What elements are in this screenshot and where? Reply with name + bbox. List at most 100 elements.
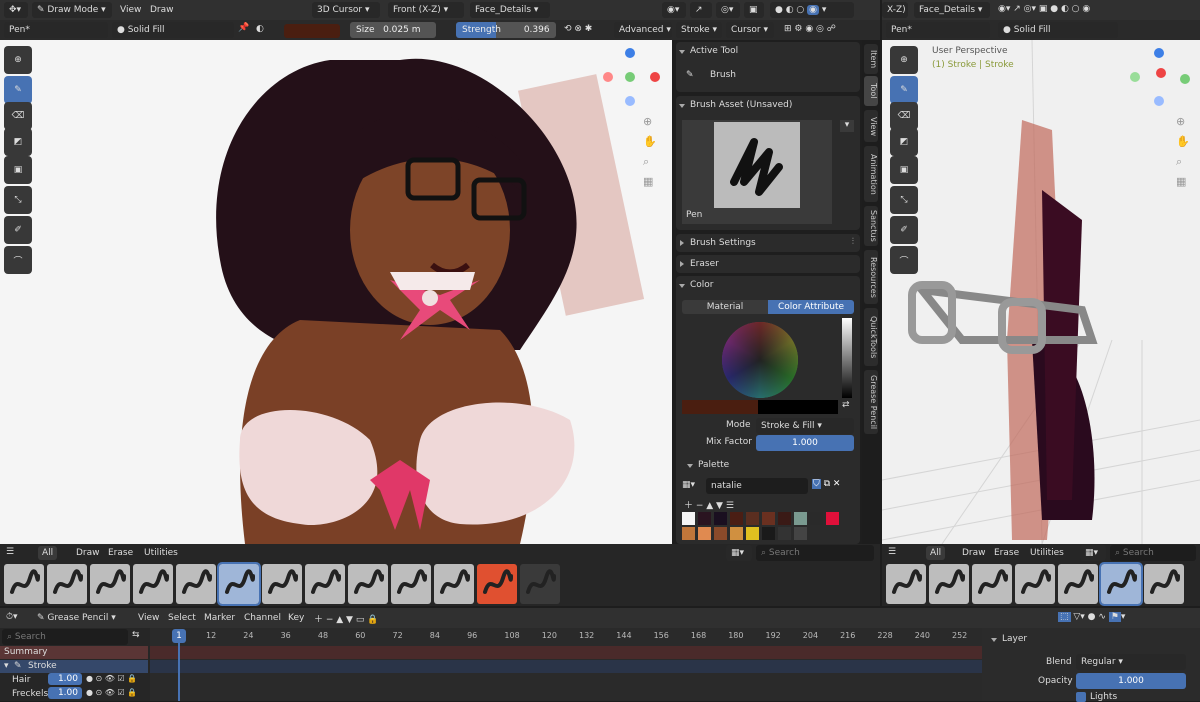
asset-tab-utilities-right[interactable]: Utilities: [1030, 545, 1064, 561]
palette-swatch[interactable]: [762, 527, 775, 540]
curve-tool-right[interactable]: ⌒: [890, 246, 918, 274]
box-tool[interactable]: ▣: [4, 156, 32, 184]
palette-swatch[interactable]: [682, 527, 695, 540]
active-tool-header[interactable]: Active Tool: [676, 42, 738, 60]
menu-select[interactable]: Select: [168, 610, 196, 626]
channel-summary[interactable]: Summary: [0, 646, 148, 659]
swap-icon[interactable]: ⇆: [132, 630, 140, 640]
brush-thumbnail[interactable]: [1058, 564, 1098, 604]
display-size-dropdown-right[interactable]: ▦▾: [1080, 545, 1106, 561]
axis-y-icon-right[interactable]: [1130, 72, 1140, 82]
menu-key[interactable]: Key: [288, 610, 304, 626]
channel-stroke[interactable]: ▾ ✎ Stroke: [0, 660, 148, 673]
previous-color-swatch[interactable]: [758, 400, 838, 414]
brush-settings-panel[interactable]: Brush Settings ⫶: [676, 234, 860, 252]
axis-neg-x-icon[interactable]: [603, 72, 613, 82]
stroke-dropdown[interactable]: Stroke ▾: [676, 22, 722, 38]
palette-swatch[interactable]: [826, 512, 839, 525]
color-mode-icon[interactable]: ◐: [256, 24, 264, 34]
layer-add-remove-icons[interactable]: ＋ − ▲ ▼ ▭ 🔒: [314, 612, 378, 625]
axis-z-icon[interactable]: [625, 48, 635, 58]
eraser-panel[interactable]: Eraser: [676, 255, 860, 273]
current-frame-indicator[interactable]: 1: [172, 629, 186, 643]
tab-resources[interactable]: Resources: [864, 250, 878, 304]
brush-dropdown-right[interactable]: Pen*: [886, 22, 990, 38]
mode-dropdown[interactable]: Stroke & Fill ▾: [756, 418, 854, 434]
palette-swatch[interactable]: [746, 512, 759, 525]
eraser-header[interactable]: Eraser: [676, 255, 719, 273]
box-tool-right[interactable]: ▣: [890, 156, 918, 184]
asset-tab-all-right[interactable]: All: [926, 546, 946, 560]
channel-search-input[interactable]: ⌕ Search: [2, 629, 128, 645]
palette-swatch[interactable]: [698, 527, 711, 540]
brush-thumbnail[interactable]: [972, 564, 1012, 604]
palette-name-field[interactable]: natalie: [706, 478, 808, 494]
brush-thumbnail[interactable]: [90, 564, 130, 604]
asset-tab-erase[interactable]: Erase: [108, 545, 133, 561]
view-nav-icons-right[interactable]: ⊕ ✋ ⌕ ▦: [1176, 112, 1190, 192]
tab-material[interactable]: Material: [682, 300, 768, 314]
value-slider[interactable]: [842, 318, 852, 398]
filter-icons[interactable]: ⬚ ▽▾ ● ∿ ⚑ ▾: [1058, 612, 1125, 622]
strength-field[interactable]: Strength 0.396: [456, 22, 556, 38]
swap-color-icon[interactable]: ⇄: [842, 400, 850, 410]
palette-swatch[interactable]: [778, 527, 791, 540]
snapping-icons[interactable]: ⊞ ⚙ ◉ ◎ ☍: [784, 24, 836, 34]
expand-icon[interactable]: ▾: [4, 660, 9, 673]
color-header[interactable]: Color: [676, 276, 714, 294]
tab-quicktools[interactable]: QuickTools: [864, 308, 878, 366]
asset-tab-all[interactable]: All: [38, 546, 58, 560]
view-axis-dropdown[interactable]: Front (X-Z) ▾: [388, 2, 464, 18]
menu-channel[interactable]: Channel: [244, 610, 281, 626]
palette-swatch[interactable]: [794, 527, 807, 540]
asset-tab-utilities[interactable]: Utilities: [144, 545, 178, 561]
menu-view[interactable]: View: [120, 2, 141, 18]
menu-view-timeline[interactable]: View: [138, 610, 159, 626]
eyedropper-tool[interactable]: ✐: [4, 216, 32, 244]
size-field[interactable]: Size 0.025 m: [350, 22, 436, 38]
draw-tool-right[interactable]: ✎: [890, 76, 918, 104]
asset-search-input-right[interactable]: ⌕ Search: [1110, 545, 1196, 561]
editor-type-icon[interactable]: ⏱▾: [6, 612, 18, 622]
fill-tool[interactable]: ◩: [4, 128, 32, 156]
brush-thumbnail[interactable]: [520, 564, 560, 604]
axis-neg-y-icon-right[interactable]: [1180, 74, 1190, 84]
palette-swatch[interactable]: [682, 512, 695, 525]
editor-mode-dropdown[interactable]: ✎ Grease Pencil ▾: [32, 610, 128, 626]
viewport-left[interactable]: [0, 40, 672, 544]
pressure-icon[interactable]: ⟲ ⊗ ✱: [564, 24, 592, 34]
brush-preview-box[interactable]: Pen: [682, 120, 832, 224]
brush-thumbnail[interactable]: [391, 564, 431, 604]
palette-swatch[interactable]: [714, 527, 727, 540]
current-color-swatch[interactable]: [682, 400, 758, 414]
view-axis-dropdown-right[interactable]: X-Z): [882, 2, 908, 18]
dopesheet[interactable]: 12 24 36 48 60 72 84 96 108 120 132 144 156 168 180 192…: [150, 628, 982, 701]
draw-tool[interactable]: ✎: [4, 76, 32, 104]
axis-z-icon-right[interactable]: [1154, 48, 1164, 58]
brush-thumbnail[interactable]: [217, 562, 261, 606]
menu-icon-right[interactable]: ☰: [888, 547, 896, 557]
opacity-field[interactable]: 1.000: [1076, 673, 1186, 689]
fill-material-dropdown[interactable]: ● Solid Fill: [112, 22, 234, 38]
brush-thumbnail[interactable]: [1015, 564, 1055, 604]
axis-x-icon-right[interactable]: [1156, 68, 1166, 78]
layer-dropdown[interactable]: Face_Details ▾: [470, 2, 550, 18]
brush-thumbnail[interactable]: [47, 564, 87, 604]
eyedropper-tool-right[interactable]: ✐: [890, 216, 918, 244]
menu-icon[interactable]: ☰: [6, 547, 14, 557]
view-nav-icons[interactable]: ⊕ ✋ ⌕ ▦: [643, 112, 657, 192]
interpolate-tool[interactable]: ⤡: [4, 186, 32, 214]
cursor-tool[interactable]: ⊕: [4, 46, 32, 74]
palette-swatch[interactable]: [714, 512, 727, 525]
freckels-layer-toggles[interactable]: ● ⊙ 👁 ☑ 🔒: [86, 688, 137, 697]
brush-thumbnail[interactable]: [305, 564, 345, 604]
advanced-dropdown[interactable]: Advanced ▾: [614, 22, 672, 38]
fill-tool-right[interactable]: ◩: [890, 128, 918, 156]
brush-thumbnail[interactable]: [262, 564, 302, 604]
xray-toggle[interactable]: ▣: [744, 2, 764, 18]
asset-search-input[interactable]: ⌕ Search: [756, 545, 874, 561]
asset-tab-erase-right[interactable]: Erase: [994, 545, 1019, 561]
brush-thumbnail[interactable]: [434, 564, 474, 604]
palette-swatch[interactable]: [762, 512, 775, 525]
axis-neg-z-icon[interactable]: [625, 96, 635, 106]
